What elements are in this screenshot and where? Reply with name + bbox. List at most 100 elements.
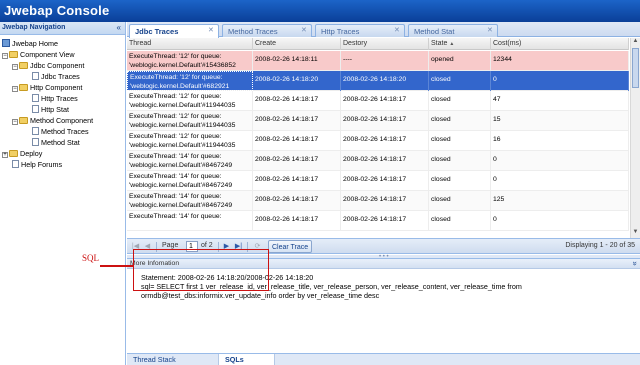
cell-create: 2008-02-26 14:18:17 (253, 111, 341, 131)
expand-toggle-icon[interactable]: + (2, 152, 8, 158)
cell-state: closed (429, 171, 491, 191)
close-icon[interactable]: ✕ (208, 27, 215, 34)
nav-item-deploy[interactable]: + Deploy (2, 148, 42, 159)
navigation-title: Jwebap Navigation (2, 24, 66, 31)
clear-trace-button[interactable]: Clear Trace (268, 240, 313, 253)
thread-name: ExecuteThread: '14' for queue: (129, 153, 222, 160)
nav-item-http-component[interactable]: − Http Component (12, 82, 82, 93)
cell-destroy: 2008-02-26 14:18:17 (341, 111, 429, 131)
scroll-up-icon[interactable]: ▲ (631, 38, 640, 47)
thread-name: ExecuteThread: '14' for queue: (129, 173, 222, 180)
table-row[interactable]: ExecuteThread: '12' for queue: 'weblogic.… (127, 111, 629, 131)
nav-item-method-component[interactable]: − Method Component (12, 115, 93, 126)
cell-destroy: 2008-02-26 14:18:17 (341, 211, 429, 231)
tab-method-stat[interactable]: Method Stat ✕ (408, 24, 498, 37)
tab-thread-stack[interactable]: Thread Stack (127, 354, 219, 365)
main-panel: Jdbc Traces ✕ Method Traces ✕ Http Traces ✕… (127, 22, 640, 365)
thread-name: ExecuteThread: '12' for queue: (129, 93, 222, 100)
displaying-count: Displaying 1 - 20 of 35 (565, 242, 635, 249)
table-row[interactable]: ExecuteThread: '12' for queue: 'weblogic.… (127, 91, 629, 111)
tab-jdbc-traces[interactable]: Jdbc Traces ✕ (129, 24, 219, 38)
thread-name: ExecuteThread: '12' for queue: (130, 74, 223, 81)
page-label: Page (162, 242, 179, 249)
column-header-destroy[interactable]: Destory (341, 38, 429, 50)
cell-cost: 0 (491, 171, 629, 191)
cell-destroy: ---- (341, 51, 429, 71)
table-row[interactable]: ExecuteThread: '12' for queue: 'weblogic.… (127, 71, 629, 91)
table-row[interactable]: ExecuteThread: '14' for queue: 'weblogic.… (127, 171, 629, 191)
page-icon (32, 127, 39, 135)
sql-annotation-connector (100, 265, 133, 267)
tab-http-traces[interactable]: Http Traces ✕ (315, 24, 405, 37)
table-row[interactable]: ExecuteThread: '14' for queue: 'weblogic.… (127, 191, 629, 211)
nav-item-method-stat[interactable]: Method Stat (32, 137, 80, 148)
cell-state: closed (429, 91, 491, 111)
thread-name: ExecuteThread: '14' for queue: (129, 213, 222, 220)
column-header-create[interactable]: Create (253, 38, 341, 50)
cell-create: 2008-02-26 14:18:11 (253, 51, 341, 71)
nav-item-jwebap-home[interactable]: Jwebap Home (2, 38, 58, 49)
column-header-cost[interactable]: Cost(ms) (491, 38, 629, 50)
tab-strip: Jdbc Traces ✕ Method Traces ✕ Http Traces ✕… (127, 22, 640, 38)
sql-annotation-box (133, 249, 269, 291)
cell-destroy: 2008-02-26 14:18:17 (341, 151, 429, 171)
nav-item-jdbc-traces[interactable]: Jdbc Traces (32, 71, 80, 82)
folder-icon (19, 62, 28, 69)
navigation-header: Jwebap Navigation « (0, 22, 125, 35)
collapse-toggle-icon[interactable]: − (12, 64, 18, 70)
thread-queue: 'weblogic.kernel.Default'#8467249 (129, 162, 233, 169)
folder-icon (19, 84, 28, 91)
thread-queue: 'weblogic.kernel.Default'#11944035 (129, 102, 236, 109)
cell-cost: 0 (491, 211, 629, 231)
thread-queue: 'weblogic.kernel.Default'#15436852 (129, 62, 236, 69)
tab-sqls[interactable]: SQLs (219, 354, 275, 365)
table-row[interactable]: ExecuteThread: '12' for queue: 'weblogic.… (127, 51, 629, 71)
thread-name: ExecuteThread: '14' for queue: (129, 193, 222, 200)
cell-create: 2008-02-26 14:18:17 (253, 91, 341, 111)
folder-icon (9, 51, 18, 58)
close-icon[interactable]: ✕ (301, 27, 308, 34)
page-icon (12, 160, 19, 168)
nav-item-help-forums[interactable]: Help Forums (12, 159, 62, 170)
cell-create: 2008-02-26 14:18:17 (253, 211, 341, 231)
close-icon[interactable]: ✕ (487, 27, 494, 34)
cell-thread: ExecuteThread: '12' for queue: 'weblogic.… (127, 71, 253, 91)
collapse-toggle-icon[interactable]: − (12, 86, 18, 92)
cell-create: 2008-02-26 14:18:17 (253, 131, 341, 151)
scrollbar-thumb[interactable] (632, 48, 639, 88)
cell-create: 2008-02-26 14:18:17 (253, 171, 341, 191)
nav-item-jdbc-component[interactable]: − Jdbc Component (12, 60, 84, 71)
page-icon (32, 105, 39, 113)
cell-create: 2008-02-26 14:18:17 (253, 191, 341, 211)
nav-item-http-stat[interactable]: Http Stat (32, 104, 69, 115)
collapse-toggle-icon[interactable]: − (12, 119, 18, 125)
sort-ascending-icon: ▲ (449, 41, 455, 47)
collapse-toggle-icon[interactable]: − (2, 53, 8, 59)
cell-thread: ExecuteThread: '12' for queue: 'weblogic.… (127, 131, 253, 151)
tab-method-traces[interactable]: Method Traces ✕ (222, 24, 312, 37)
table-row[interactable]: ExecuteThread: '14' for queue: 2008-02-26… (127, 211, 629, 231)
thread-name: ExecuteThread: '12' for queue: (129, 53, 222, 60)
column-header-state[interactable]: State ▲ (429, 38, 491, 50)
close-icon[interactable]: ✕ (394, 27, 401, 34)
nav-item-method-traces[interactable]: Method Traces (32, 126, 89, 137)
cell-cost: 0 (491, 151, 629, 171)
cell-thread: ExecuteThread: '12' for queue: 'weblogic.… (127, 51, 253, 71)
table-row[interactable]: ExecuteThread: '14' for queue: 'weblogic.… (127, 151, 629, 171)
table-row[interactable]: ExecuteThread: '12' for queue: 'weblogic.… (127, 131, 629, 151)
cell-state: closed (429, 191, 491, 211)
app-title: Jwebap Console (4, 3, 110, 18)
cell-state: closed (429, 151, 491, 171)
scroll-down-icon[interactable]: ▼ (631, 229, 640, 238)
nav-item-component-view[interactable]: − Component View (2, 49, 75, 60)
traces-grid: Thread Create Destory State ▲ Cost(ms) E… (127, 38, 640, 238)
grid-vertical-scrollbar[interactable]: ▲ ▼ (630, 38, 640, 238)
column-header-thread[interactable]: Thread (127, 38, 253, 50)
page-count-label: of 2 (201, 242, 213, 249)
navigation-panel: Jwebap Navigation « Jwebap Home − Compone… (0, 22, 126, 365)
home-icon (2, 39, 10, 47)
collapse-down-icon[interactable]: » (630, 261, 639, 265)
collapse-left-icon[interactable]: « (117, 23, 121, 32)
nav-item-http-traces[interactable]: Http Traces (32, 93, 78, 104)
page-icon (32, 138, 39, 146)
